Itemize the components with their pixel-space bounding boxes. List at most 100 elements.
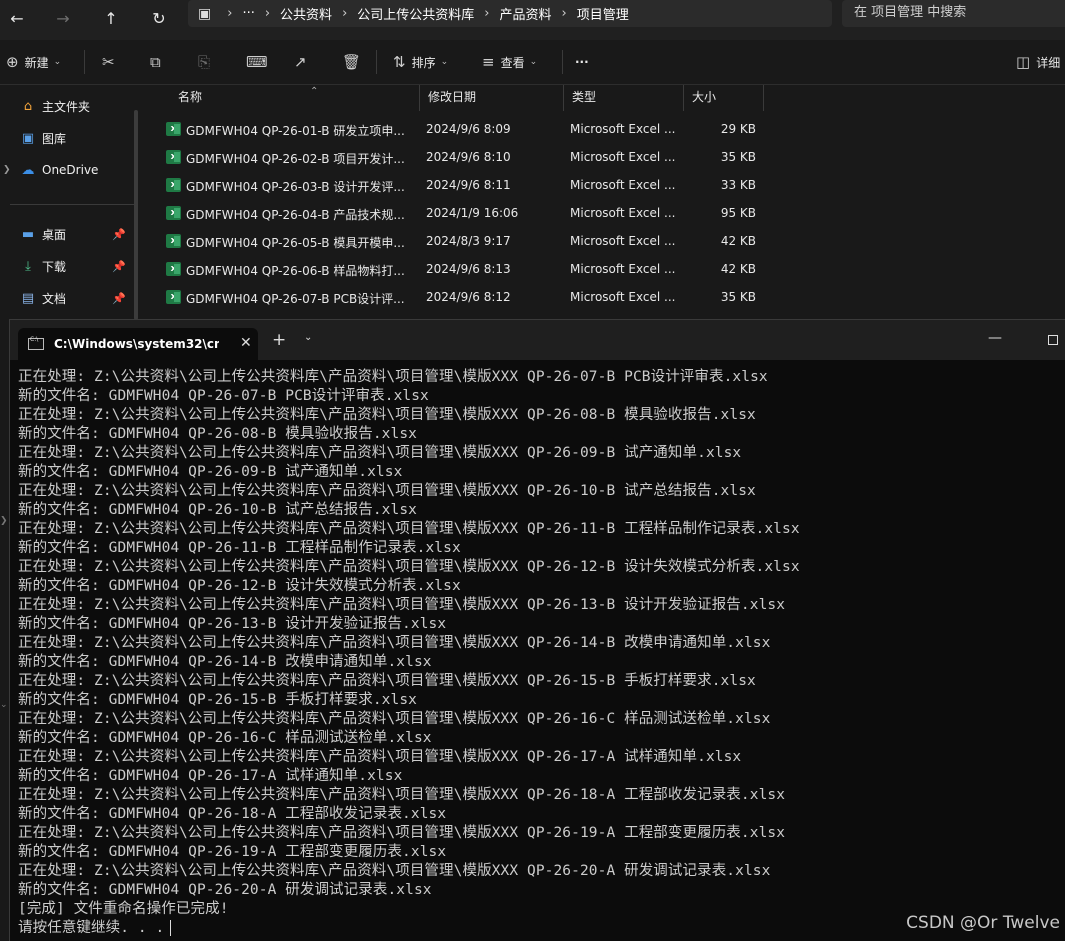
terminal-line: 新的文件名: GDMFWH04 QP-26-10-B 试产总结报告.xlsx — [18, 502, 418, 518]
column-header-date[interactable]: 修改日期 — [420, 85, 564, 111]
file-type: Microsoft Excel ... — [570, 150, 676, 164]
file-row[interactable]: x GDMFWH04 QP-26-01-B 研发立项申... 2024/9/6 … — [150, 115, 770, 143]
address-row: ← → ↑ ↻ ▣ › ··· › 公共资料 › 公司上传公共资料库 › 产品资… — [0, 0, 1065, 40]
sidebar-item-documents[interactable]: ▤ 文档 📌 — [20, 287, 126, 309]
chevron-right-icon: › — [264, 6, 271, 21]
view-label: 查看 — [500, 55, 525, 70]
column-label: 名称 — [178, 90, 203, 104]
terminal-line: 正在处理: Z:\公共资料\公司上传公共资料库\产品资料\项目管理\模版XXX … — [18, 445, 742, 461]
scissors-icon: ✂ — [102, 53, 115, 71]
close-icon[interactable]: ✕ — [240, 335, 252, 351]
file-type: Microsoft Excel ... — [570, 262, 676, 276]
view-button[interactable]: ≡ 查看 ⌄ — [482, 52, 537, 72]
sidebar-item-onedrive[interactable]: ☁ OneDrive — [20, 159, 99, 181]
file-row[interactable]: x GDMFWH04 QP-26-03-B 设计开发评... 2024/9/6 … — [150, 171, 770, 199]
file-date: 2024/9/6 8:11 — [426, 178, 511, 192]
terminal-line: 新的文件名: GDMFWH04 QP-26-13-B 设计开发验证报告.xlsx — [18, 616, 447, 632]
file-row[interactable]: x GDMFWH04 QP-26-06-B 样品物料打... 2024/9/6 … — [150, 255, 770, 283]
file-date: 2024/1/9 16:06 — [426, 206, 519, 220]
sidebar-item-downloads[interactable]: ⤓ 下载 📌 — [20, 255, 126, 277]
terminal-line: 正在处理: Z:\公共资料\公司上传公共资料库\产品资料\项目管理\模版XXX … — [18, 863, 771, 879]
paste-button[interactable]: ⎘ — [198, 52, 216, 72]
chevron-right-icon: › — [227, 6, 233, 21]
refresh-icon[interactable]: ↻ — [144, 4, 174, 32]
breadcrumb-segment[interactable]: 公共资料 — [280, 4, 332, 23]
new-tab-plus-icon[interactable]: + — [272, 330, 286, 350]
file-type: Microsoft Excel ... — [570, 290, 676, 304]
pin-icon[interactable]: 📌 — [112, 292, 126, 305]
more-button[interactable]: ··· — [575, 52, 589, 72]
breadcrumb-segment[interactable]: 产品资料 — [499, 4, 551, 23]
pin-icon[interactable]: 📌 — [112, 228, 126, 241]
terminal-line: 正在处理: Z:\公共资料\公司上传公共资料库\产品资料\项目管理\模版XXX … — [18, 483, 756, 499]
terminal-line: 新的文件名: GDMFWH04 QP-26-07-B PCB设计评审表.xlsx — [18, 388, 429, 404]
terminal-line: 正在处理: Z:\公共资料\公司上传公共资料库\产品资料\项目管理\模版XXX … — [18, 597, 786, 613]
pin-icon[interactable]: 📌 — [112, 260, 126, 273]
details-pane-icon: ◫ — [1016, 53, 1031, 71]
delete-button[interactable]: 🗑 — [342, 52, 367, 72]
share-button[interactable]: ↗ — [294, 52, 313, 72]
column-header-type[interactable]: 类型 — [564, 85, 684, 111]
sort-icon: ⇅ — [393, 53, 406, 71]
file-size: 95 KB — [720, 206, 756, 220]
maximize-icon[interactable] — [1048, 335, 1058, 345]
forward-arrow-icon[interactable]: → — [48, 4, 78, 32]
file-row[interactable]: x GDMFWH04 QP-26-02-B 项目开发计... 2024/9/6 … — [150, 143, 770, 171]
cut-button[interactable]: ✂ — [102, 52, 121, 72]
new-label: 新建 — [24, 55, 49, 70]
chevron-right-icon[interactable]: ❯ — [3, 165, 11, 175]
address-bar[interactable]: ▣ › ··· › 公共资料 › 公司上传公共资料库 › 产品资料 › 项目管理 — [188, 0, 832, 27]
address-overflow[interactable]: ··· — [242, 6, 254, 21]
tab-title: C:\Windows\system32\cmd.exe — [54, 337, 219, 351]
column-header-size[interactable]: 大小 — [684, 85, 764, 111]
copy-icon: ⧉ — [150, 53, 161, 71]
document-icon: ▤ — [21, 290, 35, 306]
sidebar-item-gallery[interactable]: ▣ 图库 — [20, 127, 66, 149]
sidebar-item-label: 桌面 — [42, 227, 67, 242]
file-name: GDMFWH04 QP-26-06-B 样品物料打... — [186, 264, 405, 278]
terminal-line: [完成] 文件重命名操作已完成! — [18, 901, 229, 917]
file-row[interactable]: x GDMFWH04 QP-26-04-B 产品技术规... 2024/1/9 … — [150, 199, 770, 227]
terminal-line: 新的文件名: GDMFWH04 QP-26-18-A 工程部收发记录表.xlsx — [18, 806, 447, 822]
file-size: 35 KB — [720, 290, 756, 304]
file-name: GDMFWH04 QP-26-01-B 研发立项申... — [186, 124, 405, 138]
copy-button[interactable]: ⧉ — [150, 52, 167, 72]
chevron-right-icon: › — [561, 6, 567, 21]
sidebar-item-home[interactable]: ⌂ 主文件夹 — [20, 95, 90, 117]
up-arrow-icon[interactable]: ↑ — [96, 4, 126, 32]
terminal-line: 新的文件名: GDMFWH04 QP-26-19-A 工程部变更履历表.xlsx — [18, 844, 447, 860]
terminal-line: 正在处理: Z:\公共资料\公司上传公共资料库\产品资料\项目管理\模版XXX … — [18, 673, 756, 689]
chevron-right-icon: › — [484, 6, 490, 21]
terminal-line: 请按任意键继续. . . — [18, 919, 1058, 938]
new-button[interactable]: ⊕ 新建 ⌄ — [6, 52, 61, 72]
share-icon: ↗ — [294, 53, 307, 71]
terminal-tab[interactable]: C:\Windows\system32\cmd.exe ✕ — [18, 328, 258, 360]
chevron-down-icon[interactable]: ⌄ — [304, 332, 312, 343]
sort-label: 排序 — [411, 55, 436, 70]
terminal-line: 新的文件名: GDMFWH04 QP-26-11-B 工程样品制作记录表.xls… — [18, 540, 461, 556]
file-name: GDMFWH04 QP-26-07-B PCB设计评... — [186, 292, 405, 306]
minimize-icon[interactable]: — — [988, 330, 1002, 346]
sort-button[interactable]: ⇅ 排序 ⌄ — [393, 52, 448, 72]
file-row[interactable]: x GDMFWH04 QP-26-05-B 模具开模申... 2024/8/3 … — [150, 227, 770, 255]
file-row[interactable]: x GDMFWH04 QP-26-07-B PCB设计评... 2024/9/6… — [150, 283, 770, 311]
sidebar-scrollbar[interactable] — [134, 110, 138, 320]
sidebar-item-desktop[interactable]: ▬ 桌面 📌 — [20, 223, 126, 245]
terminal-output[interactable]: 正在处理: Z:\公共资料\公司上传公共资料库\产品资料\项目管理\模版XXX … — [18, 368, 1058, 938]
file-date: 2024/8/3 9:17 — [426, 234, 511, 248]
terminal-line: 新的文件名: GDMFWH04 QP-26-14-B 改模申请通知单.xlsx — [18, 654, 432, 670]
breadcrumb-segment[interactable]: 项目管理 — [577, 4, 629, 23]
file-type: Microsoft Excel ... — [570, 206, 676, 220]
gallery-icon: ▣ — [21, 130, 35, 146]
back-arrow-icon[interactable]: ← — [2, 4, 32, 32]
breadcrumb-segment[interactable]: 公司上传公共资料库 — [357, 4, 474, 23]
excel-file-icon: x — [166, 122, 181, 136]
search-input[interactable]: 在 项目管理 中搜索 — [842, 0, 1065, 27]
terminal-line: 新的文件名: GDMFWH04 QP-26-17-A 试样通知单.xlsx — [18, 768, 403, 784]
watermark: CSDN @Or Twelve — [906, 913, 1060, 933]
column-header-name[interactable]: ⌃ 名称 — [170, 85, 420, 111]
excel-file-icon: x — [166, 206, 181, 220]
details-pane-button[interactable]: ◫ 详细 — [1016, 52, 1060, 72]
file-name: GDMFWH04 QP-26-05-B 模具开模申... — [186, 236, 405, 250]
rename-button[interactable]: ⌨ — [246, 52, 274, 72]
